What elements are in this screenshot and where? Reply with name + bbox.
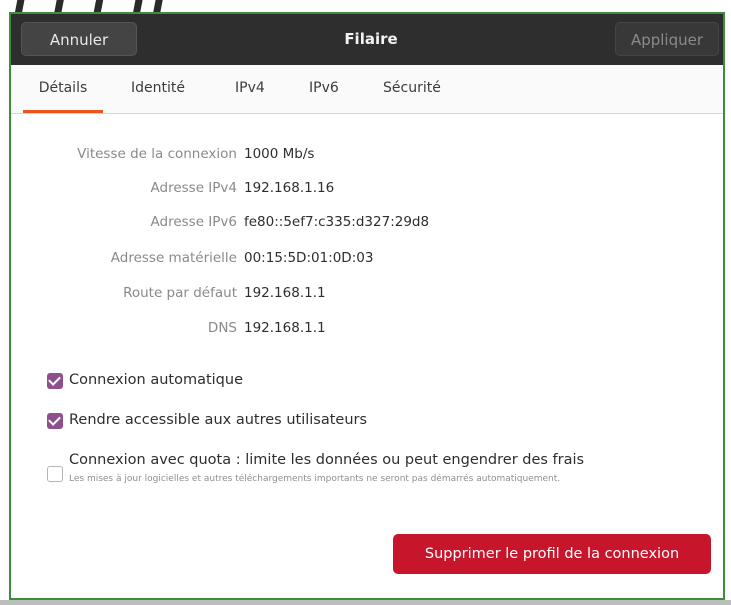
dns-label: DNS	[207, 320, 237, 336]
all-users-label[interactable]: Rendre accessible aux autres utilisateur…	[69, 412, 367, 428]
tab-identity[interactable]: Identité	[131, 65, 185, 113]
metered-label[interactable]: Connexion avec quota : limite les donnée…	[69, 452, 584, 468]
metered-checkbox[interactable]	[47, 466, 63, 482]
checkmark-icon	[48, 413, 61, 426]
tab-security[interactable]: Sécurité	[383, 65, 441, 113]
tab-bar: Détails Identité IPv4 IPv6 Sécurité	[11, 65, 723, 114]
tab-ipv4[interactable]: IPv4	[235, 65, 265, 113]
ipv6-address-label: Adresse IPv6	[150, 214, 238, 230]
ipv4-address-value: 192.168.1.16	[244, 180, 335, 196]
apply-button[interactable]: Appliquer	[615, 22, 719, 56]
auto-connect-checkbox[interactable]	[47, 373, 63, 389]
metered-description: Les mises à jour logicielles et autres t…	[69, 474, 561, 484]
connection-speed-value: 1000 Mb/s	[244, 146, 315, 162]
all-users-checkbox[interactable]	[47, 413, 63, 429]
network-settings-dialog: Annuler Filaire Appliquer Détails Identi…	[9, 12, 725, 600]
dialog-title: Filaire	[344, 30, 398, 48]
hardware-address-value: 00:15:5D:01:0D:03	[244, 250, 374, 266]
header-bar: Annuler Filaire Appliquer	[11, 14, 723, 65]
hardware-address-label: Adresse matérielle	[110, 250, 237, 266]
checkmark-icon	[48, 373, 61, 386]
details-panel: Vitesse de la connexion 1000 Mb/s Adress…	[11, 114, 723, 598]
default-route-label: Route par défaut	[123, 285, 237, 301]
auto-connect-label[interactable]: Connexion automatique	[69, 372, 243, 388]
delete-connection-profile-button[interactable]: Supprimer le profil de la connexion	[393, 534, 711, 574]
bottom-edge	[0, 600, 731, 605]
ipv4-address-label: Adresse IPv4	[150, 180, 238, 196]
default-route-value: 192.168.1.1	[244, 285, 326, 301]
dns-value: 192.168.1.1	[244, 320, 326, 336]
connection-speed-label: Vitesse de la connexion	[77, 146, 237, 162]
cancel-button[interactable]: Annuler	[21, 22, 137, 56]
ipv6-address-value: fe80::5ef7:c335:d327:29d8	[244, 214, 430, 230]
tab-ipv6[interactable]: IPv6	[309, 65, 339, 113]
screenshot-frame: I I I II Annuler Filaire Appliquer Détai…	[0, 0, 731, 605]
tab-details[interactable]: Détails	[23, 65, 103, 113]
